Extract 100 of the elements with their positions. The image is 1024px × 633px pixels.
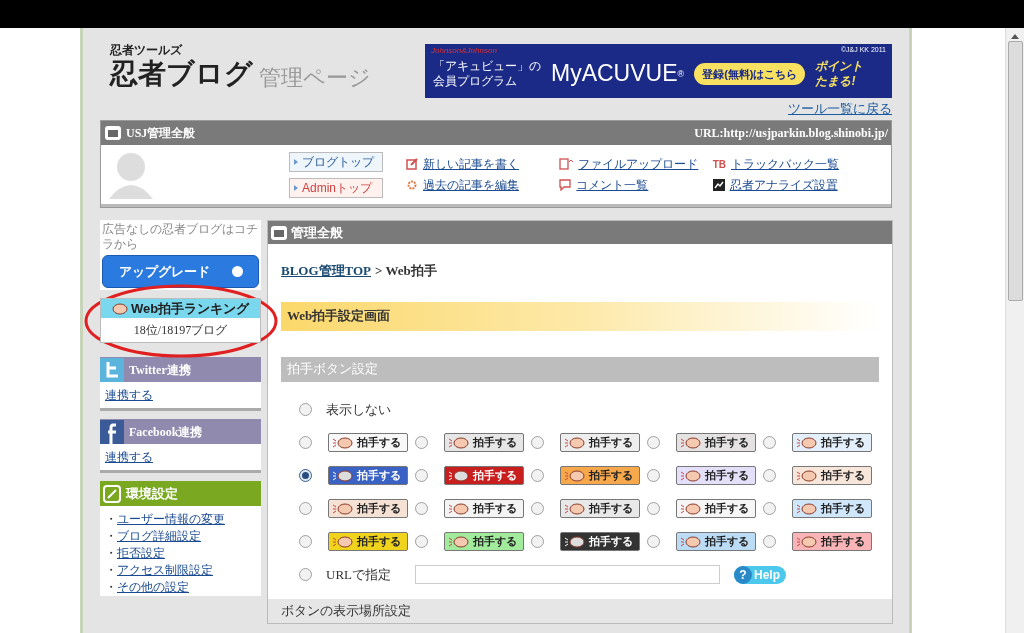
bullet: ・ (105, 511, 117, 528)
radio-button[interactable] (763, 502, 776, 515)
bullet: ・ (105, 528, 117, 545)
settings-link[interactable]: 拒否設定 (117, 545, 165, 562)
clap-button-image: 拍手する (444, 532, 524, 551)
url-input-field[interactable] (415, 565, 720, 585)
breadcrumb-link[interactable]: BLOG管理TOP (281, 261, 372, 281)
pencil-icon (406, 158, 418, 170)
tool-list-link[interactable]: ツール一覧に戻る (788, 98, 892, 118)
bullet: ・ (105, 579, 117, 596)
radio-button[interactable] (415, 502, 428, 515)
clap-button-image: 拍手する (676, 466, 756, 485)
clap-button-image: 拍手する (328, 433, 408, 452)
section-title: 拍手ボタン設定 (287, 360, 378, 379)
quick-link[interactable]: 新しい記事を書く (423, 155, 519, 173)
quick-nav-button[interactable]: Adminトップ (289, 177, 383, 198)
connect-link[interactable]: 連携する (100, 444, 261, 466)
ranking-value: 18位/18197ブログ (133, 322, 228, 339)
quick-link[interactable]: 忍者アナライズ設置 (729, 176, 838, 194)
quick-link[interactable]: コメント一覧 (576, 176, 649, 194)
brand-tagline: 忍者ツールズ (110, 44, 184, 56)
radio-button[interactable] (647, 469, 660, 482)
ad-points-text: ポイントたまる! (815, 58, 865, 89)
ranking-title: Web拍手ランキング (130, 299, 250, 318)
main-title: 管理全般 (291, 223, 343, 242)
connect-link[interactable]: 連携する (100, 382, 261, 404)
ad-register-button[interactable]: 登録(無料)はこちら (694, 62, 806, 85)
ad-maker-logo: Johnson&Johnson (431, 45, 497, 57)
help-button[interactable]: ? Help (734, 565, 786, 584)
document-icon (559, 158, 574, 170)
folder-icon (104, 125, 122, 141)
blog-url: URL:http://usjparkin.blog.shinobi.jp/ (694, 125, 888, 142)
panel-title: Facebook連携 (129, 423, 203, 441)
ad-tagline: 「アキュビュー」の (433, 58, 541, 74)
clap-button-image: 拍手する (792, 466, 872, 485)
folder-icon (270, 224, 288, 241)
upgrade-button[interactable]: アップグレード (102, 255, 259, 288)
radio-button[interactable] (299, 469, 312, 482)
clap-button-image: 拍手する (792, 499, 872, 518)
clap-button-image: 拍手する (328, 532, 408, 551)
settings-link[interactable]: その他の設定 (117, 579, 189, 596)
clap-button-image: 拍手する (560, 532, 640, 551)
chart-icon (712, 179, 725, 191)
pencil-square-icon (103, 484, 121, 503)
radio-button[interactable] (763, 436, 776, 449)
radio-button[interactable] (647, 436, 660, 449)
settings-title: 環境設定 (126, 484, 178, 503)
clap-button-image: 拍手する (676, 433, 756, 452)
radio-button[interactable] (763, 535, 776, 548)
clap-button-image: 拍手する (676, 532, 756, 551)
section-title: ボタンの表示場所設定 (281, 601, 411, 620)
quick-link[interactable]: トラックバック一覧 (731, 155, 839, 173)
brand-logo: 忍者ブログ (110, 57, 253, 91)
radio-button[interactable] (299, 436, 312, 449)
trackback-label: TB (712, 157, 726, 172)
scrollbar-drawing[interactable] (1005, 28, 1024, 633)
clap-button-image: 拍手する (792, 532, 872, 551)
clap-button-image: 拍手する (560, 499, 640, 518)
clap-button-image: 拍手する (444, 433, 524, 452)
radio-button[interactable] (415, 535, 428, 548)
radio-button[interactable] (531, 469, 544, 482)
upgrade-note: 広告なしの忍者ブログはコチラから (102, 222, 259, 252)
ad-tagline: 会員プログラム (433, 73, 518, 89)
avatar-silhouette-icon (109, 150, 153, 199)
quick-link[interactable]: ファイルアップロード (578, 155, 699, 173)
radio-button[interactable] (415, 436, 428, 449)
quick-nav-button[interactable]: ブログトップ (289, 151, 383, 172)
page-heading: Web拍手設定画面 (287, 307, 391, 326)
settings-link[interactable]: ブログ詳細設定 (117, 528, 201, 545)
radio-button[interactable] (415, 469, 428, 482)
breadcrumb-current: > Web拍手 (375, 262, 437, 280)
brand-subtitle: 管理ページ (259, 63, 371, 91)
bullet: ・ (105, 545, 117, 562)
clap-button-image: 拍手する (560, 466, 640, 485)
panel-title: Twitter連携 (129, 361, 191, 379)
radio-button[interactable] (647, 502, 660, 515)
radio-button[interactable] (647, 535, 660, 548)
clap-button-image: 拍手する (328, 499, 408, 518)
bullet: ・ (105, 562, 117, 579)
clap-button-image: 拍手する (792, 433, 872, 452)
ad-product: MyACUVUE$^{®}$ (551, 62, 685, 86)
radio-button[interactable] (531, 436, 544, 449)
clap-button-image: 拍手する (328, 466, 408, 485)
option-label: 表示しない (326, 400, 391, 419)
radio-button[interactable] (531, 502, 544, 515)
clap-button-image: 拍手する (444, 466, 524, 485)
radio-button[interactable] (763, 469, 776, 482)
radio-button[interactable] (299, 568, 312, 582)
gear-icon (406, 179, 418, 191)
clap-button-image: 拍手する (676, 499, 756, 518)
blog-title: USJ管理全般 (126, 125, 196, 142)
radio-button[interactable] (299, 402, 312, 416)
radio-button[interactable] (531, 535, 544, 548)
clap-button-image: 拍手する (560, 433, 640, 452)
quick-link[interactable]: 過去の記事を編集 (423, 176, 519, 194)
radio-button[interactable] (299, 535, 312, 548)
radio-button[interactable] (299, 502, 312, 515)
settings-link[interactable]: ユーザー情報の変更 (117, 511, 225, 528)
settings-link[interactable]: アクセス制限設定 (117, 562, 213, 579)
option-label: URLで指定 (326, 566, 392, 584)
